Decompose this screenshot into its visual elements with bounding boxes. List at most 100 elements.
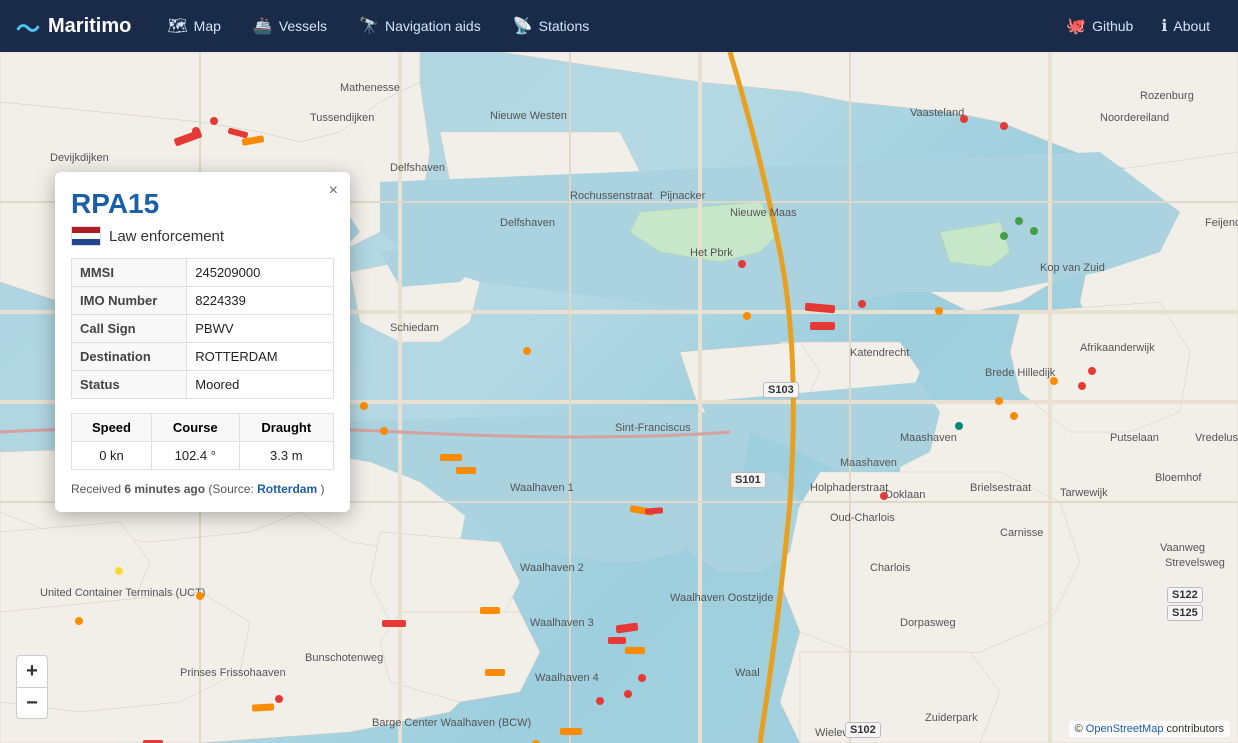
nav-github[interactable]: 🐙 Github (1054, 10, 1145, 42)
vessel-marker[interactable] (380, 427, 388, 435)
zoom-in-button[interactable]: + (16, 655, 48, 687)
vessel-bar[interactable] (625, 647, 645, 654)
road-shield: S122 (1167, 587, 1203, 603)
course-value: 102.4 ° (151, 442, 239, 470)
vessel-popup: × RPA15 Law enforcement MMSI245209000IMO… (55, 172, 350, 512)
info-label: Destination (72, 343, 187, 371)
vessel-marker[interactable] (75, 617, 83, 625)
vessel-bar[interactable] (382, 620, 406, 627)
vessel-marker[interactable] (360, 402, 368, 410)
course-header: Course (151, 414, 239, 442)
nav-navigation-aids[interactable]: 🔭 Navigation aids (347, 10, 493, 42)
vessel-bar[interactable] (485, 669, 505, 676)
popup-close-button[interactable]: × (329, 182, 338, 200)
nav-map-label: Map (194, 18, 221, 34)
road-shield: S102 (845, 722, 881, 738)
vessel-marker[interactable] (596, 697, 604, 705)
vessel-bar[interactable] (440, 454, 462, 461)
github-icon: 🐙 (1066, 16, 1086, 36)
nav-about-label: About (1173, 18, 1210, 34)
app-name: Maritimo (48, 15, 131, 38)
vessel-marker[interactable] (960, 115, 968, 123)
map-icon: 🗺 (167, 16, 187, 36)
info-value: ROTTERDAM (187, 343, 334, 371)
info-row: MMSI245209000 (72, 259, 334, 287)
info-value: 8224339 (187, 287, 334, 315)
nav-stations[interactable]: 📡 Stations (501, 10, 602, 42)
app-logo[interactable]: 〜 Maritimo (16, 9, 131, 44)
footer-source-suffix: ) (320, 482, 324, 496)
popup-footer: Received 6 minutes ago (Source: Rotterda… (71, 482, 334, 496)
map-attribution: © OpenStreetMap contributors (1069, 721, 1230, 737)
nav-about[interactable]: ℹ About (1149, 10, 1222, 42)
vessel-marker[interactable] (743, 312, 751, 320)
vessel-bar[interactable] (252, 703, 274, 711)
vessel-marker[interactable] (1000, 232, 1008, 240)
vessel-bar[interactable] (480, 607, 500, 614)
vessel-marker[interactable] (115, 567, 123, 575)
info-label: IMO Number (72, 287, 187, 315)
vessel-info-table: MMSI245209000IMO Number8224339Call SignP… (71, 258, 334, 399)
info-icon: ℹ (1161, 16, 1167, 36)
info-row: StatusMoored (72, 371, 334, 399)
nav-vessels[interactable]: 🚢 Vessels (241, 10, 339, 42)
popup-subtitle: Law enforcement (71, 226, 334, 246)
vessel-marker[interactable] (880, 492, 888, 500)
vessel-marker[interactable] (275, 695, 283, 703)
vessel-bar[interactable] (560, 728, 582, 735)
map-container[interactable]: TussendijkenNieuwe WestenDelfshavenDelfs… (0, 52, 1238, 743)
footer-source-prefix: (Source: (208, 482, 253, 496)
zoom-out-button[interactable]: − (16, 687, 48, 719)
vessel-marker[interactable] (1015, 217, 1023, 225)
nav-stations-label: Stations (539, 18, 590, 34)
vessel-marker[interactable] (523, 347, 531, 355)
vessel-marker[interactable] (935, 307, 943, 315)
nav-github-label: Github (1092, 18, 1133, 34)
info-row: DestinationROTTERDAM (72, 343, 334, 371)
vessel-marker[interactable] (210, 117, 218, 125)
vessel-marker[interactable] (995, 397, 1003, 405)
footer-time: 6 minutes ago (124, 482, 205, 496)
vessel-stats-table: Speed Course Draught 0 kn 102.4 ° 3.3 m (71, 413, 334, 470)
flag-icon (71, 226, 101, 246)
navaid-icon: 🔭 (359, 16, 379, 36)
contributors-text: contributors (1167, 723, 1224, 735)
vessel-marker[interactable] (196, 592, 204, 600)
vessel-marker[interactable] (858, 300, 866, 308)
footer-source-link[interactable]: Rotterdam (257, 482, 317, 496)
vessel-bar[interactable] (608, 637, 626, 644)
zoom-controls: + − (16, 655, 48, 719)
draught-header: Draught (239, 414, 333, 442)
vessels-icon: 🚢 (253, 16, 273, 36)
speed-header: Speed (72, 414, 152, 442)
info-row: IMO Number8224339 (72, 287, 334, 315)
info-value: PBWV (187, 315, 334, 343)
nav-vessels-label: Vessels (279, 18, 327, 34)
vessel-marker[interactable] (1010, 412, 1018, 420)
vessel-marker[interactable] (738, 260, 746, 268)
vessel-marker[interactable] (638, 674, 646, 682)
navbar: 〜 Maritimo 🗺 Map 🚢 Vessels 🔭 Navigation … (0, 0, 1238, 52)
vessel-bar[interactable] (456, 467, 476, 474)
popup-vessel-type: Law enforcement (109, 228, 224, 245)
vessel-marker[interactable] (1030, 227, 1038, 235)
info-row: Call SignPBWV (72, 315, 334, 343)
info-label: Status (72, 371, 187, 399)
road-shield: S101 (730, 472, 766, 488)
nav-map[interactable]: 🗺 Map (155, 10, 233, 42)
vessel-marker[interactable] (955, 422, 963, 430)
vessel-marker[interactable] (1050, 377, 1058, 385)
road-shield: S125 (1167, 605, 1203, 621)
draught-value: 3.3 m (239, 442, 333, 470)
vessel-marker[interactable] (1000, 122, 1008, 130)
info-value: Moored (187, 371, 334, 399)
speed-value: 0 kn (72, 442, 152, 470)
vessel-marker[interactable] (1078, 382, 1086, 390)
vessel-marker[interactable] (1088, 367, 1096, 375)
stations-icon: 📡 (513, 16, 533, 36)
osm-link[interactable]: OpenStreetMap (1086, 723, 1164, 735)
vessel-marker[interactable] (624, 690, 632, 698)
popup-vessel-name: RPA15 (71, 188, 334, 220)
footer-prefix: Received (71, 482, 121, 496)
vessel-bar[interactable] (810, 322, 835, 330)
